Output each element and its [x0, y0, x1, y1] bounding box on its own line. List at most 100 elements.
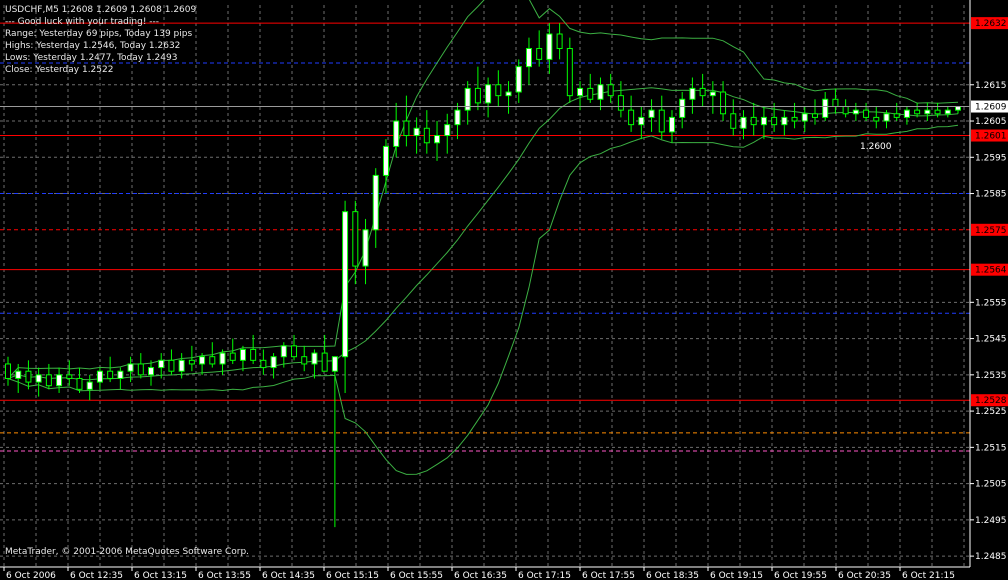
candle-body[interactable] [546, 33, 553, 60]
candle-body[interactable] [679, 98, 686, 118]
candle-body[interactable] [832, 98, 839, 108]
candle-body[interactable] [801, 113, 808, 122]
candle-body[interactable] [944, 109, 951, 115]
candle-body[interactable] [127, 363, 134, 372]
candle-body[interactable] [178, 359, 185, 372]
candle-body[interactable] [811, 113, 818, 118]
candle-body[interactable] [413, 127, 420, 137]
candle-body[interactable] [321, 352, 328, 372]
chart-window[interactable]: 1.2632 1.2601 1.2575 1.2564 1.2528 1.2615 1.2… [0, 0, 1008, 580]
candle-body[interactable] [168, 359, 175, 372]
candle-body[interactable] [903, 109, 910, 118]
candle-body[interactable] [158, 359, 165, 369]
candle-body[interactable] [760, 116, 767, 126]
candle-body[interactable] [699, 87, 706, 97]
candle-body[interactable] [444, 124, 451, 137]
candle-body[interactable] [720, 91, 727, 115]
candle-body[interactable] [311, 352, 318, 365]
candle-body[interactable] [35, 374, 42, 383]
candle-body[interactable] [342, 211, 349, 358]
candle-body[interactable] [740, 116, 747, 129]
candle-body[interactable] [668, 116, 675, 133]
candle-body[interactable] [515, 66, 522, 93]
candle-body[interactable] [66, 374, 73, 379]
candle-body[interactable] [730, 113, 737, 129]
candle-body[interactable] [137, 363, 144, 376]
candle-body[interactable] [260, 359, 267, 369]
candle-body[interactable] [86, 381, 93, 390]
candle-body[interactable] [709, 91, 716, 97]
candle-body[interactable] [331, 356, 338, 372]
candle-body[interactable] [96, 370, 103, 383]
candle-body[interactable] [689, 87, 696, 100]
candle-body[interactable] [15, 370, 22, 379]
candle-body[interactable] [382, 145, 389, 176]
candle-body[interactable] [45, 374, 52, 387]
candle-body[interactable] [454, 109, 461, 126]
candle-body[interactable] [393, 120, 400, 147]
candle-body[interactable] [25, 370, 32, 383]
candle-body[interactable] [352, 211, 359, 267]
candle-body[interactable] [239, 348, 246, 361]
candle-body[interactable] [301, 356, 308, 365]
candle-body[interactable] [280, 345, 287, 358]
candle-body[interactable] [873, 116, 880, 122]
candle-body[interactable] [781, 116, 788, 126]
candle-body[interactable] [188, 359, 195, 365]
candle-body[interactable] [638, 116, 645, 126]
candle-body[interactable] [607, 84, 614, 97]
candle-body[interactable] [525, 48, 532, 68]
candle-body[interactable] [56, 374, 63, 387]
candle-body[interactable] [434, 135, 441, 144]
candle-body[interactable] [362, 229, 369, 267]
candle-body[interactable] [617, 95, 624, 111]
candle-body[interactable] [76, 377, 83, 390]
candle-body[interactable] [505, 91, 512, 97]
candle-body[interactable] [5, 363, 11, 379]
candle-body[interactable] [914, 109, 921, 115]
candle-body[interactable] [495, 84, 502, 97]
candle-body[interactable] [556, 33, 563, 50]
candle-body[interactable] [893, 113, 900, 118]
candle-body[interactable] [842, 106, 849, 115]
candle-body[interactable] [199, 356, 206, 365]
time-tick-label: 6 Oct 19:15 [710, 571, 763, 580]
candle-body[interactable] [597, 84, 604, 100]
candle-body[interactable] [219, 352, 226, 365]
price-chart[interactable]: 1.26321.26011.25751.25641.2528 1.26151.2… [0, 0, 1008, 580]
candle-body[interactable] [229, 352, 236, 361]
candle-body[interactable] [148, 367, 155, 376]
candle-body[interactable] [863, 109, 870, 118]
candle-body[interactable] [270, 356, 277, 369]
candle-body[interactable] [771, 116, 778, 126]
candle-body[interactable] [107, 370, 114, 379]
candle-body[interactable] [250, 348, 257, 361]
candle-body[interactable] [536, 48, 543, 60]
price-tick-label: 1.2495 [975, 516, 1007, 526]
candle-body[interactable] [587, 87, 594, 100]
candle-body[interactable] [474, 87, 481, 104]
candle-body[interactable] [934, 109, 941, 115]
candle-body[interactable] [209, 356, 216, 365]
time-tick-label: 6 Oct 19:55 [774, 571, 827, 580]
candle-body[interactable] [372, 174, 379, 231]
candle-body[interactable] [750, 116, 757, 126]
candle-body[interactable] [822, 98, 829, 118]
candle-body[interactable] [924, 109, 931, 115]
time-tick-label: 6 Oct 13:55 [198, 571, 251, 580]
candle-body[interactable] [852, 109, 859, 115]
candle-body[interactable] [485, 84, 492, 104]
candle-body[interactable] [577, 87, 584, 97]
candle-body[interactable] [791, 116, 798, 122]
candle-body[interactable] [955, 106, 961, 111]
candle-body[interactable] [883, 113, 890, 122]
time-tick-label: 6 Oct 16:35 [454, 571, 507, 580]
candle-body[interactable] [648, 109, 655, 118]
candle-body[interactable] [628, 109, 635, 126]
candle-body[interactable] [658, 109, 665, 133]
candle-body[interactable] [423, 127, 430, 144]
candle-body[interactable] [291, 345, 298, 358]
candle-body[interactable] [403, 120, 410, 137]
candle-body[interactable] [566, 48, 573, 97]
candle-body[interactable] [117, 370, 124, 379]
